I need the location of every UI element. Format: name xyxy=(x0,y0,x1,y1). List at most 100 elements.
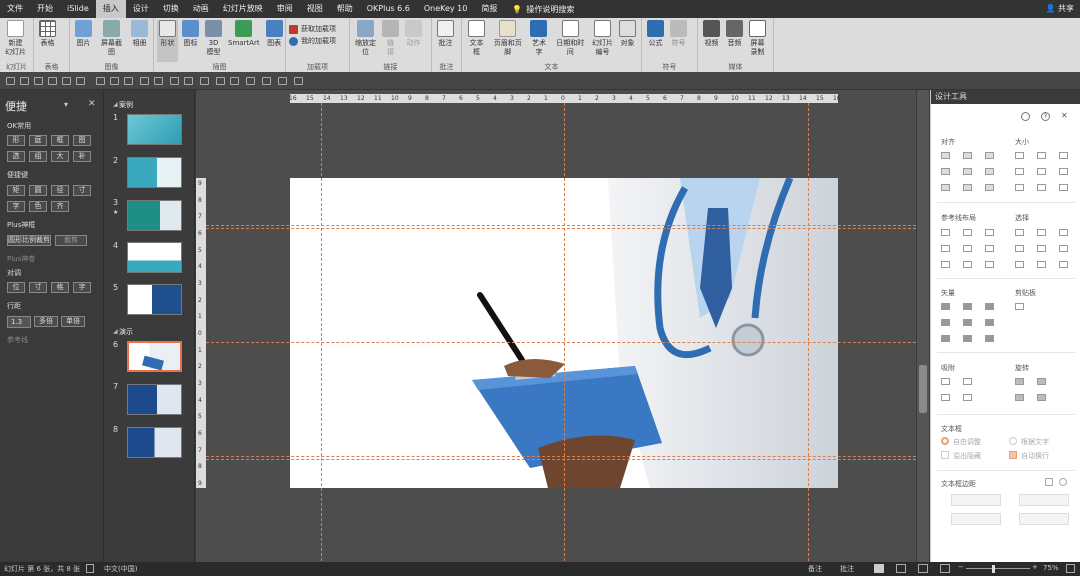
ungroup-icon[interactable] xyxy=(124,77,133,85)
zoom-out-icon[interactable]: − xyxy=(958,563,964,571)
audio-button[interactable]: 音频 xyxy=(724,20,745,62)
slide-thumb-3[interactable] xyxy=(127,200,182,231)
slide-thumb-5[interactable] xyxy=(127,284,182,315)
trash-icon[interactable] xyxy=(1045,478,1053,486)
btn-size[interactable]: 寸 xyxy=(29,282,47,293)
textbox-button[interactable]: 文本框 xyxy=(465,20,488,62)
my-addins-button[interactable]: 我的加载项 xyxy=(289,36,336,46)
snap-tool-icon[interactable] xyxy=(963,394,972,401)
btn-circle[interactable]: 圆 xyxy=(29,185,47,196)
zoom-level[interactable]: 75% xyxy=(1043,564,1059,572)
shadow-icon[interactable] xyxy=(246,77,255,85)
rotate-icon[interactable] xyxy=(140,77,149,85)
close-icon[interactable]: ✕ xyxy=(88,99,96,109)
vector-tool-icon[interactable] xyxy=(985,303,994,310)
clipboard-tool-icon[interactable] xyxy=(1015,303,1024,310)
btn-image[interactable]: 图 xyxy=(73,135,91,146)
new-slide-button[interactable]: 新建 幻灯片 xyxy=(3,20,28,62)
multiple-spacing-button[interactable]: 多倍 xyxy=(34,316,58,327)
spellcheck-icon[interactable] xyxy=(86,564,94,573)
size-tool-icon[interactable] xyxy=(1037,184,1046,191)
zoom-slider[interactable] xyxy=(966,568,1030,569)
album-button[interactable]: 相册 xyxy=(129,20,150,62)
align-tool-icon[interactable] xyxy=(985,152,994,159)
tab-insert[interactable]: 插入 xyxy=(95,0,126,18)
screen-record-button[interactable]: 屏幕 录制 xyxy=(747,20,768,62)
outline-icon[interactable] xyxy=(230,77,239,85)
snap-tool-icon[interactable] xyxy=(941,394,950,401)
size-tool-icon[interactable] xyxy=(1037,152,1046,159)
close-icon[interactable]: ✕ xyxy=(1061,111,1068,120)
select-tool-icon[interactable] xyxy=(1015,229,1024,236)
select-tool-icon[interactable] xyxy=(1037,261,1046,268)
size-icon[interactable] xyxy=(184,77,193,85)
distribute-icon[interactable] xyxy=(96,77,105,85)
slide-thumb-4[interactable] xyxy=(127,242,182,273)
select-tool-icon[interactable] xyxy=(1037,229,1046,236)
rotate-tool-icon[interactable] xyxy=(1037,394,1046,401)
align-left-icon[interactable] xyxy=(6,77,15,85)
guide-layout-icon[interactable] xyxy=(985,245,994,252)
slide-number-button[interactable]: 幻灯片 编号 xyxy=(590,20,615,62)
align-tool-icon[interactable] xyxy=(963,184,972,191)
zoom-in-icon[interactable]: + xyxy=(1032,563,1038,571)
vector-tool-icon[interactable] xyxy=(985,335,994,342)
tab-view[interactable]: 视图 xyxy=(300,0,330,18)
icons-button[interactable]: 图标 xyxy=(180,20,201,62)
align-right-icon[interactable] xyxy=(34,77,43,85)
equation-button[interactable]: 公式 xyxy=(645,20,666,62)
snap-tool-icon[interactable] xyxy=(963,378,972,385)
margin-bottom-input[interactable] xyxy=(1019,513,1069,525)
normal-view-icon[interactable] xyxy=(874,564,884,573)
crop-button[interactable]: 裁剪 xyxy=(55,235,87,246)
guide-vertical-1[interactable] xyxy=(321,103,322,561)
action-button[interactable]: 动作 xyxy=(403,20,424,62)
copy-format-icon[interactable] xyxy=(200,77,209,85)
guide-horizontal-4[interactable] xyxy=(206,456,916,457)
slide-thumb-2[interactable] xyxy=(127,157,182,188)
btn-position[interactable]: 位 xyxy=(7,282,25,293)
size-tool-icon[interactable] xyxy=(1059,168,1068,175)
guide-layout-icon[interactable] xyxy=(985,261,994,268)
zoom-slider-thumb[interactable] xyxy=(992,565,995,573)
btn-align[interactable]: 齐 xyxy=(51,201,69,212)
text-icon[interactable] xyxy=(262,77,271,85)
slide-thumb-7[interactable] xyxy=(127,384,182,415)
smartart-button[interactable]: SmartArt xyxy=(226,20,262,62)
wordart-button[interactable]: 艺术字 xyxy=(528,20,551,62)
settings-icon[interactable] xyxy=(1021,112,1030,121)
section-collapse-icon-2[interactable]: ◢ xyxy=(113,328,118,335)
btn-fill[interactable]: 补 xyxy=(73,151,91,162)
tab-briefing[interactable]: 简报 xyxy=(474,0,504,18)
snap-tool-icon[interactable] xyxy=(941,378,950,385)
btn-shape[interactable]: 形 xyxy=(7,135,25,146)
btn-group[interactable]: 组 xyxy=(29,151,47,162)
btn-color[interactable]: 色 xyxy=(29,201,47,212)
select-tool-icon[interactable] xyxy=(1037,245,1046,252)
slide-thumb-1[interactable] xyxy=(127,114,182,145)
guide-vertical-3[interactable] xyxy=(808,103,809,561)
reading-view-icon[interactable] xyxy=(918,564,928,573)
fit-window-icon[interactable] xyxy=(1066,564,1075,573)
btn-format[interactable]: 格 xyxy=(51,282,69,293)
guide-layout-icon[interactable] xyxy=(941,245,950,252)
tab-animations[interactable]: 动画 xyxy=(186,0,216,18)
shapes-button[interactable]: 形状 xyxy=(157,20,178,62)
vector-tool-icon[interactable] xyxy=(963,319,972,326)
guide-horizontal-5[interactable] xyxy=(206,459,916,460)
btn-big[interactable]: 大 xyxy=(51,151,69,162)
align-middle-icon[interactable] xyxy=(62,77,71,85)
rotate-tool-icon[interactable] xyxy=(1037,378,1046,385)
group-icon[interactable] xyxy=(110,77,119,85)
guide-layout-icon[interactable] xyxy=(963,229,972,236)
tab-design[interactable]: 设计 xyxy=(126,0,156,18)
panel-dropdown-icon[interactable]: ▾ xyxy=(64,100,68,109)
guide-horizontal-3[interactable] xyxy=(206,342,916,343)
object-button[interactable]: 对象 xyxy=(617,20,638,62)
help-icon[interactable]: ? xyxy=(1041,112,1050,121)
guide-vertical-2[interactable] xyxy=(564,103,565,561)
tab-okplus[interactable]: OKPlus 6.6 xyxy=(360,0,417,18)
zoom-button[interactable]: 缩放定 位 xyxy=(353,20,378,62)
bold-icon[interactable] xyxy=(278,77,287,85)
guide-horizontal-1[interactable] xyxy=(206,225,916,226)
